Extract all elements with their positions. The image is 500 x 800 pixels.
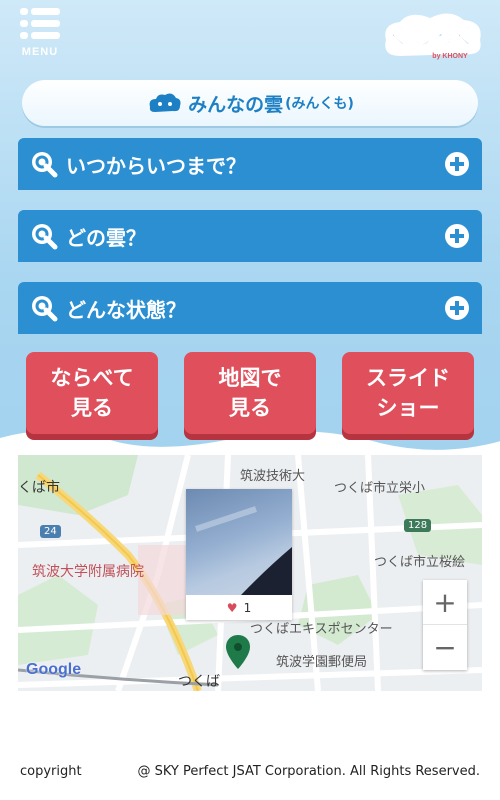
map-label-tech-univ: 筑波技術大 — [240, 469, 306, 484]
page-title-bar: みんなの雲 (みんくも) — [22, 80, 478, 126]
map-pin-icon[interactable] — [226, 635, 250, 669]
page-title: みんなの雲 — [188, 93, 284, 116]
filter-condition-label: どんな状態？ — [66, 297, 186, 322]
footer: copyright @ SKY Perfect JSAT Corporation… — [0, 764, 500, 784]
view-list-line1: ならべて — [50, 366, 134, 390]
filter-condition-accordion[interactable]: どんな状態？ — [18, 282, 482, 334]
logo-sub: by KHONY — [432, 53, 468, 60]
heart-icon: ♥ — [226, 600, 238, 615]
map-label-sakurai-school: つくば市立桜絵 — [374, 555, 466, 570]
view-map-line2: 見る — [229, 396, 271, 420]
slideshow-button[interactable]: スライド ショー — [342, 352, 474, 434]
view-map-line1: 地図で — [218, 366, 282, 390]
menu-label: MENU — [21, 46, 59, 58]
cloud-mascot-icon — [149, 93, 181, 112]
footer-copyright-text: @ SKY Perfect JSAT Corporation. All Righ… — [137, 764, 480, 779]
plus-icon — [445, 224, 469, 248]
like-count-value: 1 — [243, 600, 252, 615]
view-list-line2: 見る — [71, 396, 113, 420]
filter-cloud-type-label: どの雲？ — [66, 225, 146, 250]
map-label-station: つくば — [178, 674, 220, 690]
map-label-expo-center: つくばエキスポセンター — [250, 622, 393, 637]
view-list-button[interactable]: ならべて 見る — [26, 352, 158, 434]
filter-period-accordion[interactable]: いつからいつまで？ — [18, 138, 482, 190]
view-map-button[interactable]: 地図で 見る — [184, 352, 316, 434]
slideshow-line1: スライド — [366, 366, 450, 390]
cloud-photo-thumbnail[interactable] — [186, 489, 292, 595]
zoom-controls: + − — [423, 580, 467, 670]
search-icon — [32, 296, 58, 322]
filter-period-label: いつからいつまで？ — [66, 153, 246, 178]
page-subtitle: (みんくも) — [285, 96, 354, 112]
slideshow-line2: ショー — [376, 396, 440, 420]
footer-copyright-label: copyright — [20, 764, 82, 779]
route-128-badge: 128 — [404, 519, 432, 532]
filter-cloud-type-accordion[interactable]: どの雲？ — [18, 210, 482, 262]
map-label-post-office: 筑波学園郵便局 — [276, 655, 368, 670]
map-label-hospital: 筑波大学附属病院 — [32, 564, 144, 580]
like-count[interactable]: ♥ 1 — [186, 595, 292, 620]
logo-text: くもろぐ — [388, 25, 476, 50]
zoom-out-button[interactable]: − — [423, 625, 467, 670]
route-24-badge: 24 — [40, 525, 61, 538]
search-icon — [32, 152, 58, 178]
plus-icon — [445, 152, 469, 176]
google-logo: Google — [26, 661, 82, 678]
search-icon — [32, 224, 58, 250]
plus-icon — [445, 296, 469, 320]
hamburger-icon — [20, 8, 60, 40]
zoom-in-button[interactable]: + — [423, 580, 467, 625]
map-label-city: くば市 — [18, 480, 60, 496]
menu-button[interactable]: MENU — [18, 8, 62, 60]
map-label-sakae-school: つくば市立栄小 — [334, 481, 426, 496]
photo-popup[interactable]: ♥ 1 — [186, 489, 292, 620]
app-logo[interactable]: くもろぐ by KHONY — [380, 10, 486, 62]
